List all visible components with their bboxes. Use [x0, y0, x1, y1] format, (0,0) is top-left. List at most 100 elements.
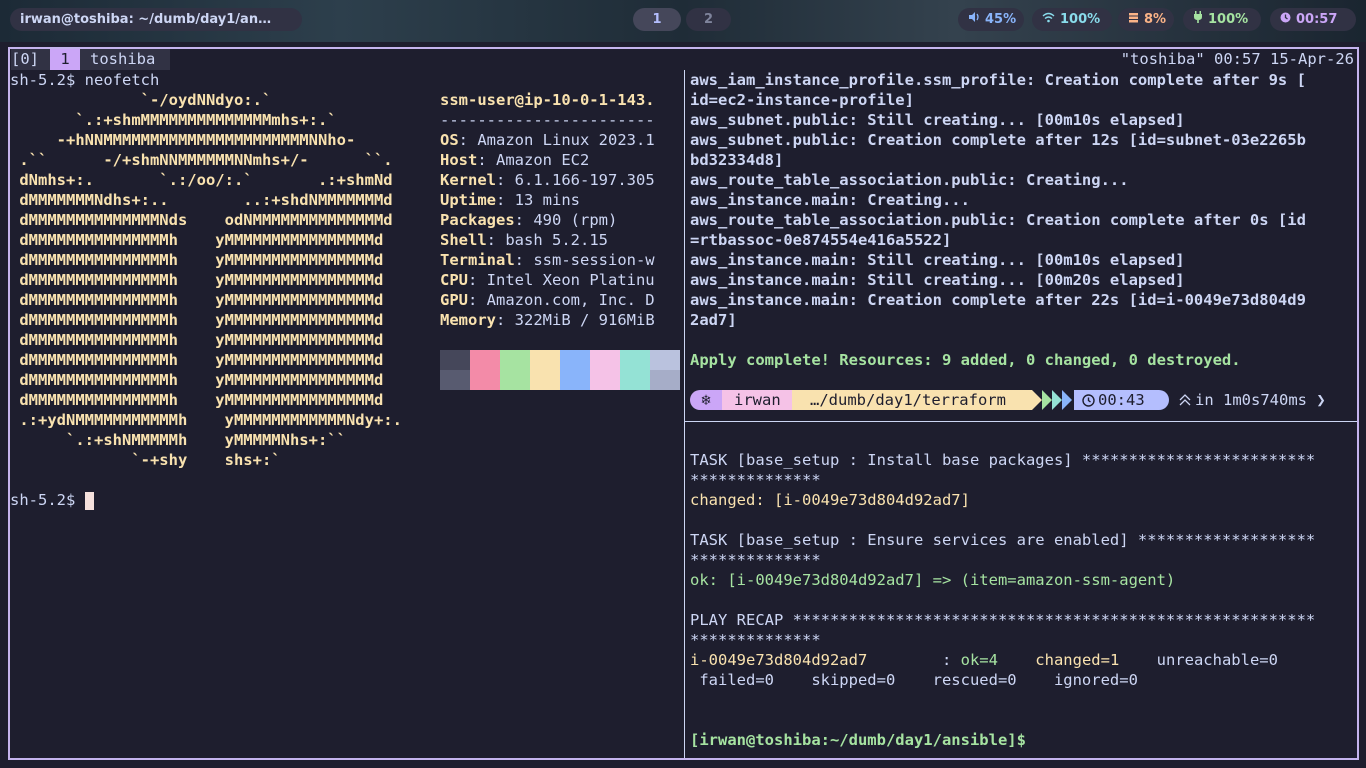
- clock-icon: [1082, 394, 1095, 407]
- info-key: Shell: [440, 231, 487, 249]
- prompt-duration-value: in 1m0s740ms ❯: [1195, 391, 1326, 409]
- info-value: 490 (rpm): [533, 211, 618, 229]
- neofetch-info-row: Memory: 322MiB / 916MiB: [440, 311, 655, 329]
- palette-swatch: [560, 350, 590, 370]
- battery-value: 100%: [1208, 12, 1249, 27]
- logo-line: .`` -/+shmNNMMMMMMNNmhs+/- ``.: [10, 151, 393, 169]
- info-key: Uptime: [440, 191, 496, 209]
- wifi-indicator[interactable]: 100%: [1032, 8, 1112, 31]
- recap-ok: ok=4: [960, 651, 998, 669]
- pane-divider-horizontal[interactable]: [685, 421, 1357, 422]
- separator-icon: [1052, 390, 1062, 410]
- info-key: Memory: [440, 311, 496, 329]
- neofetch-info-row: Terminal: ssm-session-w: [440, 251, 655, 269]
- volume-value: 45%: [985, 12, 1017, 27]
- info-value: 6.1.166-197.305: [514, 171, 655, 189]
- logo-line: -+hNNMMMMMMMMMMMMMMMMMMMMMMNNho-: [10, 131, 356, 149]
- tmux-window-name[interactable]: toshiba: [80, 49, 170, 70]
- speaker-icon: [968, 8, 980, 31]
- active-window-title[interactable]: irwan@toshiba: ~/dumb/day1/an…: [10, 8, 302, 31]
- palette-swatch: [500, 350, 530, 370]
- terraform-output-line: aws_subnet.public: Creation complete aft…: [690, 131, 1306, 149]
- palette-swatch: [560, 370, 590, 390]
- terraform-output-line: aws_route_table_association.public: Crea…: [690, 171, 1129, 189]
- tmux-session-name: [0]: [11, 49, 50, 70]
- logo-line: `.:+shNMMMMMh yMMMMMNhs+:``: [10, 431, 346, 449]
- logo-line: dNmhs+:. `.:/oo/:.` .:+shmNd: [10, 171, 393, 189]
- tmux-status-bar: [0] 1 toshiba "toshiba" 00:57 15-Apr-26: [10, 49, 1357, 70]
- info-key: Terminal: [440, 251, 515, 269]
- memory-value: 8%: [1144, 12, 1167, 27]
- shell-prompt-text: sh-5.2$: [10, 491, 85, 509]
- palette-swatch: [440, 350, 470, 370]
- logo-line: dMMMMMMMMMMMMMMMh yMMMMMMMMMMMMMMMMd: [10, 251, 384, 269]
- neofetch-info-row: GPU: Amazon.com, Inc. D: [440, 291, 655, 309]
- shell-prompt-line-2[interactable]: sh-5.2$: [10, 490, 94, 510]
- ansible-play-recap-cont: **************: [690, 631, 821, 649]
- prompt-time-value: 00:43: [1098, 391, 1145, 409]
- logo-line: dMMMMMMMMMMMMMMMh yMMMMMMMMMMMMMMMMd: [10, 311, 384, 329]
- info-key: Kernel: [440, 171, 496, 189]
- info-key: OS: [440, 131, 459, 149]
- terminal-window[interactable]: [0] 1 toshiba "toshiba" 00:57 15-Apr-26 …: [8, 47, 1359, 760]
- palette-swatch: [500, 370, 530, 390]
- ansible-recap-host-line: i-0049e73d804d92ad7 : ok=4 changed=1 unr…: [690, 650, 1278, 670]
- palette-swatch: [530, 350, 560, 370]
- prompt-directory: …/dumb/day1/terraform: [792, 390, 1032, 410]
- neofetch-info-row: Shell: bash 5.2.15: [440, 231, 608, 249]
- logo-line: dMMMMMMMNdhs+:.. ..:+shdNMMMMMMMd: [10, 191, 393, 209]
- logo-line: dMMMMMMMMMMMMMMMh yMMMMMMMMMMMMMMMMd: [10, 271, 384, 289]
- info-value: 13 mins: [514, 191, 580, 209]
- recap-unreachable: unreachable=0: [1156, 651, 1278, 669]
- neofetch-info-row: Kernel: 6.1.166-197.305: [440, 171, 655, 189]
- memory-indicator[interactable]: 8%: [1118, 8, 1174, 31]
- info-value: Amazon.com, Inc. D: [486, 291, 655, 309]
- info-key: CPU: [440, 271, 468, 289]
- ansible-task-2-cont: **************: [690, 551, 821, 569]
- right-terminal-pane[interactable]: aws_iam_instance_profile.ssm_profile: Cr…: [685, 70, 1357, 758]
- terraform-output-line: =rtbassoc-0e874554e416a5522]: [690, 231, 952, 249]
- palette-swatch: [530, 370, 560, 390]
- shell-prompt-final[interactable]: [irwan@toshiba:~/dumb/day1/ansible]$: [690, 730, 1026, 750]
- workspace-1-button[interactable]: 1: [633, 8, 681, 31]
- separator-icon: [1032, 390, 1042, 410]
- snowflake-icon: ❄: [690, 390, 722, 410]
- prompt-duration: in 1m0s740ms ❯: [1179, 390, 1326, 410]
- ansible-play-recap: PLAY RECAP *****************************…: [690, 611, 1316, 629]
- left-terminal-pane[interactable]: sh-5.2$ neofetch `-/oydNNdyo:.` `.:+shmM…: [10, 70, 684, 758]
- palette-swatch: [590, 350, 620, 370]
- clock-value: 00:57: [1296, 12, 1338, 27]
- volume-indicator[interactable]: 45%: [958, 8, 1024, 31]
- terraform-output-line: 2ad7]: [690, 311, 737, 329]
- ansible-task-2: TASK [base_setup : Ensure services are e…: [690, 531, 1316, 549]
- separator-icon: [1042, 390, 1052, 410]
- separator-icon: [1062, 390, 1072, 410]
- info-value: ssm-session-w: [533, 251, 655, 269]
- workspace-2-button[interactable]: 2: [686, 8, 731, 31]
- tmux-window-index[interactable]: 1: [50, 49, 80, 70]
- info-value: Amazon EC2: [496, 151, 590, 169]
- info-value: bash 5.2.15: [505, 231, 608, 249]
- palette-swatch: [620, 350, 650, 370]
- text-cursor: [84, 491, 94, 510]
- top-bar: irwan@toshiba: ~/dumb/day1/an… 1 2 45% 1…: [0, 0, 1366, 42]
- terraform-output-line: aws_iam_instance_profile.ssm_profile: Cr…: [690, 71, 1306, 89]
- shell-prompt-line: sh-5.2$ neofetch: [10, 71, 160, 89]
- terraform-output-line: bd32334d8]: [690, 151, 784, 169]
- battery-indicator[interactable]: 100%: [1183, 8, 1261, 31]
- info-value: Amazon Linux 2023.1: [477, 131, 655, 149]
- logo-line: dMMMMMMMMMMMMMMMh yMMMMMMMMMMMMMMMMd: [10, 351, 384, 369]
- logo-line: dMMMMMMMMMMMMMMMh yMMMMMMMMMMMMMMMMd: [10, 391, 384, 409]
- info-key: Host: [440, 151, 478, 169]
- clock-indicator[interactable]: 00:57: [1270, 8, 1356, 31]
- recap-changed: changed=1: [1035, 651, 1120, 669]
- info-key: GPU: [440, 291, 468, 309]
- logo-line: `-+shy shs+:`: [10, 451, 281, 469]
- logo-line: dMMMMMMMMMMMMMMMh yMMMMMMMMMMMMMMMMd: [10, 331, 384, 349]
- neofetch-info-row: CPU: Intel Xeon Platinu: [440, 271, 655, 289]
- logo-line: dMMMMMMMMMMMMMMMh yMMMMMMMMMMMMMMMMd: [10, 231, 384, 249]
- neofetch-user-host: ssm-user@ip-10-0-1-143.: [440, 91, 655, 109]
- info-value: Intel Xeon Platinu: [486, 271, 655, 289]
- wifi-value: 100%: [1060, 12, 1101, 27]
- apply-complete-line: Apply complete! Resources: 9 added, 0 ch…: [690, 351, 1241, 369]
